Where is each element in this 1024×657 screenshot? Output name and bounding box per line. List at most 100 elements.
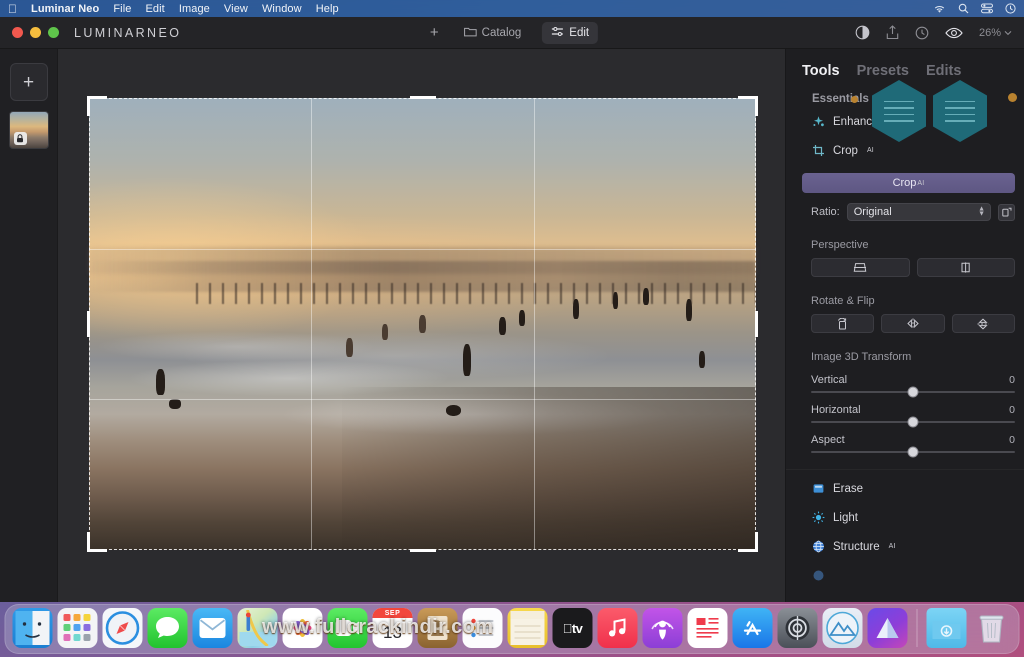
chevron-down: ▼: [978, 210, 985, 218]
person-silhouette: [642, 287, 649, 305]
rotate-icon[interactable]: [811, 314, 875, 333]
slider-value-aspect: 0: [1009, 434, 1015, 446]
add-image-button[interactable]: +: [426, 25, 443, 40]
export-icon[interactable]: [886, 25, 899, 40]
window-controls[interactable]: [0, 27, 59, 38]
menu-item-app[interactable]: Luminar Neo: [31, 3, 99, 15]
menu-item-edit[interactable]: Edit: [145, 3, 164, 15]
slider-track-horizontal[interactable]: [811, 416, 1015, 428]
dock-item-luminar-neo[interactable]: [867, 608, 908, 648]
dock-item-system-settings[interactable]: [777, 608, 818, 648]
tab-tools[interactable]: Tools: [802, 63, 840, 79]
crop-ai-button-label: Crop: [892, 177, 917, 189]
close-window-button[interactable]: [12, 27, 23, 38]
crop-ai-button[interactable]: Crop AI: [802, 173, 1015, 193]
tab-presets[interactable]: Presets: [857, 63, 909, 79]
dock-item-app-store[interactable]: [732, 608, 773, 648]
minimize-window-button[interactable]: [30, 27, 41, 38]
dock-item-notes[interactable]: [507, 608, 548, 648]
macos-menubar:  Luminar Neo File Edit Image View Windo…: [0, 0, 1024, 17]
slider-track-aspect[interactable]: [811, 446, 1015, 458]
layers-rail: +: [0, 49, 58, 602]
dock-item-launchpad[interactable]: [57, 608, 98, 648]
slider-vertical[interactable]: Vertical 0: [786, 363, 1024, 398]
apple-menu-icon[interactable]: : [8, 3, 17, 15]
slider-value-vertical: 0: [1009, 374, 1015, 386]
dock-item-mail[interactable]: [192, 608, 233, 648]
slider-knob-horizontal[interactable]: [907, 416, 919, 428]
enhance-icon: [812, 115, 825, 128]
add-layer-button[interactable]: +: [9, 63, 48, 101]
menu-item-help[interactable]: Help: [316, 3, 339, 15]
lock-icon[interactable]: [13, 132, 27, 145]
dock-item-facetime[interactable]: [327, 608, 368, 648]
titlebar-right-controls: 26%: [855, 25, 1024, 40]
dock-item-safari[interactable]: [102, 608, 143, 648]
dock-item-contacts[interactable]: [417, 608, 458, 648]
orange-dot-indicator: [851, 96, 858, 103]
tab-edit[interactable]: Edit: [542, 21, 599, 44]
tab-edit-label: Edit: [569, 26, 590, 39]
slider-label-vertical: Vertical: [811, 374, 848, 386]
tab-catalog[interactable]: Catalog: [455, 22, 531, 44]
dock-item-reminders[interactable]: [462, 608, 503, 648]
mask-icon[interactable]: [855, 25, 870, 40]
dock-item-trash[interactable]: [972, 608, 1012, 648]
compare-eye-icon[interactable]: [945, 27, 963, 39]
menu-item-window[interactable]: Window: [262, 3, 302, 15]
dock-item-podcasts[interactable]: [642, 608, 683, 648]
dock-item-tv[interactable]: tv: [552, 608, 593, 648]
macos-dock[interactable]: SEP 13 tv: [4, 604, 1020, 654]
layer-thumbnail[interactable]: [8, 111, 49, 149]
slider-label-aspect: Aspect: [811, 434, 845, 446]
flip-vertical-icon[interactable]: [951, 314, 1015, 333]
dock-item-music[interactable]: [597, 608, 638, 648]
slider-knob-aspect[interactable]: [907, 446, 919, 458]
tool-row-structure[interactable]: Structure AI: [786, 532, 1024, 561]
dock-item-finder[interactable]: [12, 608, 53, 648]
perspective-horizontal-icon[interactable]: [916, 258, 1015, 277]
control-center-icon[interactable]: [981, 3, 993, 14]
slider-knob-vertical[interactable]: [907, 386, 919, 398]
hex-line: [884, 100, 914, 102]
tool-row-erase[interactable]: Erase: [786, 470, 1024, 503]
tab-edits[interactable]: Edits: [926, 63, 961, 79]
dock-item-calendar[interactable]: SEP 13: [372, 608, 413, 648]
rotate-ratio-icon[interactable]: [998, 203, 1015, 221]
dock-item-photos[interactable]: [282, 608, 323, 648]
dock-item-downloads[interactable]: [926, 608, 967, 648]
slider-horizontal[interactable]: Horizontal 0: [786, 393, 1024, 428]
dock-item-messages[interactable]: [147, 608, 188, 648]
tool-row-partial[interactable]: [786, 561, 1024, 590]
slider-track-vertical[interactable]: [811, 386, 1015, 398]
zoom-level-control[interactable]: 26%: [979, 27, 1012, 39]
titlebar-center-controls: + Catalog Edit: [426, 21, 599, 44]
menu-item-image[interactable]: Image: [179, 3, 210, 15]
dock-item-luminar[interactable]: [822, 608, 863, 648]
light-icon: [812, 511, 825, 524]
person-silhouette: [519, 310, 526, 327]
perspective-vertical-icon[interactable]: [811, 258, 910, 277]
maximize-window-button[interactable]: [48, 27, 59, 38]
luminar-neo-window: LUMINARNEO + Catalog Edit 26% + Tools Pr…: [0, 17, 1024, 602]
image-canvas[interactable]: [58, 49, 785, 602]
photo-container[interactable]: [87, 96, 758, 552]
slider-aspect[interactable]: Aspect 0: [786, 423, 1024, 458]
search-icon[interactable]: [958, 3, 969, 14]
dock-item-maps[interactable]: [237, 608, 278, 648]
wifi-icon[interactable]: [933, 4, 946, 14]
flip-horizontal-icon[interactable]: [881, 314, 945, 333]
hex-line: [884, 113, 914, 115]
chevron-down-icon: [1004, 30, 1012, 36]
menu-item-file[interactable]: File: [113, 3, 131, 15]
clock-icon[interactable]: [1005, 3, 1016, 14]
tool-row-light[interactable]: Light: [786, 503, 1024, 532]
rotate-flip-label: Rotate & Flip: [811, 295, 875, 307]
menu-item-view[interactable]: View: [224, 3, 248, 15]
ratio-select[interactable]: Original ▲ ▼: [846, 203, 991, 221]
history-icon[interactable]: [915, 26, 929, 40]
person-silhouette: [699, 351, 706, 369]
app-brand-title: LUMINARNEO: [74, 25, 182, 40]
dock-item-news[interactable]: [687, 608, 728, 648]
tool-row-crop[interactable]: Crop AI: [786, 136, 1024, 165]
